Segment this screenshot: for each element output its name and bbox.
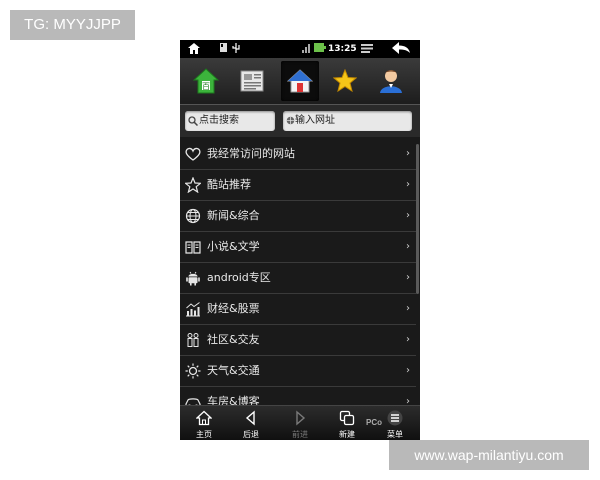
- sd-card-icon: [220, 43, 227, 56]
- chevron-right-icon: ›: [406, 241, 410, 252]
- menu-grid-icon: [387, 410, 403, 426]
- list-item-label: 酷站推荐: [207, 178, 251, 191]
- home-button[interactable]: 主页: [182, 406, 226, 440]
- back-triangle-icon: [245, 410, 255, 426]
- url-placeholder: 输入网址: [295, 115, 335, 126]
- list-item[interactable]: android专区 ›: [180, 263, 416, 294]
- forward-triangle-icon: [296, 410, 306, 426]
- clock: 13:25: [328, 44, 357, 54]
- list-item[interactable]: 天气&交通 ›: [180, 356, 416, 387]
- list-item[interactable]: 车房&博客 ›: [180, 387, 416, 405]
- list-item[interactable]: 酷站推荐 ›: [180, 170, 416, 201]
- car-icon: [185, 398, 201, 405]
- windows-icon: [339, 410, 355, 426]
- overlay-logo: PCo: [366, 418, 382, 427]
- android-icon: [186, 271, 200, 286]
- list-item-label: 财经&股票: [207, 302, 260, 315]
- tab-baidu-home[interactable]: 百: [187, 61, 225, 101]
- chevron-right-icon: ›: [406, 396, 410, 405]
- search-placeholder: 点击搜索: [199, 115, 239, 126]
- back-button[interactable]: 后退: [229, 406, 273, 440]
- list-item-label: 新闻&综合: [207, 209, 260, 222]
- home-status-icon[interactable]: [188, 43, 200, 58]
- user-icon: [380, 70, 402, 93]
- chevron-right-icon: ›: [406, 303, 410, 314]
- chevron-right-icon: ›: [406, 272, 410, 283]
- new-tab-button-label: 新建: [339, 430, 355, 439]
- list-item[interactable]: 财经&股票 ›: [180, 294, 416, 325]
- tab-user[interactable]: [372, 61, 410, 101]
- back-arrow-icon[interactable]: [392, 42, 410, 58]
- scrollbar-thumb[interactable]: [416, 144, 419, 294]
- tab-news[interactable]: [234, 61, 272, 101]
- site-category-list: 我经常访问的网站 › 酷站推荐 › 新闻&综合 › 小说&文学 › androi…: [180, 139, 420, 405]
- watermark-top-left: TG: MYYJJPP: [10, 10, 135, 40]
- baidu-home-icon: 百: [193, 68, 219, 94]
- status-bar: 13:25: [180, 40, 420, 58]
- sun-icon: [185, 363, 201, 379]
- chevron-right-icon: ›: [406, 365, 410, 376]
- list-item-label: 我经常访问的网站: [207, 147, 295, 160]
- list-item-label: 社区&交友: [207, 333, 260, 346]
- list-item[interactable]: 新闻&综合 ›: [180, 201, 416, 232]
- forward-button[interactable]: 前进: [278, 406, 322, 440]
- search-row: 点击搜索 输入网址: [180, 105, 420, 137]
- phone-screen: 13:25 百 点击搜索 输入网址 我经常访问的网站 › 酷站推荐 › 新闻&综…: [180, 40, 420, 440]
- notes-icon[interactable]: [361, 43, 373, 57]
- chevron-right-icon: ›: [406, 148, 410, 159]
- people-icon: [187, 333, 199, 347]
- book-icon: [185, 241, 201, 254]
- menu-button-label: 菜单: [387, 430, 403, 439]
- tab-favorites[interactable]: [326, 61, 364, 101]
- url-input[interactable]: 输入网址: [283, 111, 412, 131]
- globe-icon: [185, 208, 201, 224]
- wifi-icon: [302, 43, 310, 57]
- list-item[interactable]: 小说&文学 ›: [180, 232, 416, 263]
- list-item-label: 车房&博客: [207, 395, 260, 405]
- list-item-label: 天气&交通: [207, 364, 260, 377]
- list-item[interactable]: 社区&交友 ›: [180, 325, 416, 356]
- watermark-bottom-right: www.wap-milantiyu.com: [389, 440, 589, 470]
- chevron-right-icon: ›: [406, 334, 410, 345]
- search-input[interactable]: 点击搜索: [185, 111, 275, 131]
- top-tab-bar: 百: [180, 58, 420, 105]
- home-outline-icon: [196, 410, 212, 426]
- chevron-right-icon: ›: [406, 179, 410, 190]
- battery-icon: [314, 43, 326, 56]
- bottom-toolbar: 主页 后退 前进 新建 菜单 PCo: [180, 405, 420, 440]
- globe-small-icon: [286, 111, 295, 133]
- home-button-label: 主页: [196, 430, 212, 439]
- chart-icon: [186, 302, 200, 317]
- back-button-label: 后退: [243, 430, 259, 439]
- list-item-label: android专区: [207, 271, 271, 284]
- heart-icon: [185, 147, 201, 161]
- list-item[interactable]: 我经常访问的网站 ›: [180, 139, 416, 170]
- list-item-label: 小说&文学: [207, 240, 260, 253]
- home-icon: [287, 69, 313, 93]
- tab-home[interactable]: [281, 61, 319, 101]
- usb-icon: [232, 43, 240, 57]
- new-tab-button[interactable]: 新建: [325, 406, 369, 440]
- chevron-right-icon: ›: [406, 210, 410, 221]
- forward-button-label: 前进: [292, 430, 308, 439]
- star-outline-icon: [185, 177, 201, 193]
- favorite-star-icon: [333, 69, 357, 93]
- news-icon: [240, 70, 264, 92]
- search-icon: [188, 111, 199, 134]
- svg-text:百: 百: [202, 82, 210, 91]
